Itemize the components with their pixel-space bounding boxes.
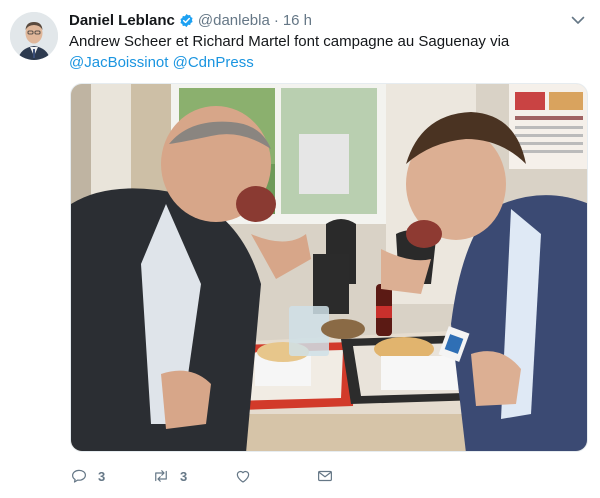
photo-scene: [71, 84, 587, 451]
mention-cdnpress[interactable]: @CdnPress: [173, 54, 254, 71]
reply-button[interactable]: 3: [70, 465, 105, 487]
author-handle[interactable]: @danlebla: [198, 12, 270, 29]
tweet-text: Andrew Scheer et Richard Martel font cam…: [69, 31, 579, 73]
retweet-icon: [155, 470, 167, 482]
direct-message-button[interactable]: [316, 465, 334, 487]
heart-icon: [236, 470, 250, 483]
reply-icon: [72, 469, 86, 483]
tweet-photo[interactable]: [70, 83, 588, 452]
author-name[interactable]: Daniel Leblanc: [69, 12, 175, 29]
timestamp[interactable]: 16 h: [283, 12, 312, 29]
chevron-down-icon[interactable]: [570, 12, 586, 28]
separator-dot: ·: [273, 11, 279, 29]
reply-count: 3: [98, 468, 106, 484]
avatar[interactable]: [10, 12, 58, 60]
tweet-header: Daniel Leblanc @danlebla · 16 h: [69, 10, 312, 30]
mention-jacboissinot[interactable]: @JacBoissinot: [69, 54, 168, 71]
avatar-portrait: [10, 12, 58, 60]
retweet-count: 3: [180, 468, 188, 484]
verified-badge-icon: [179, 13, 194, 28]
envelope-icon: [318, 470, 332, 482]
like-button[interactable]: [234, 465, 252, 487]
retweet-button[interactable]: 3: [152, 465, 187, 487]
tweet-actions: 3 3: [70, 465, 370, 487]
tweet-text-body: Andrew Scheer et Richard Martel font cam…: [69, 33, 510, 50]
